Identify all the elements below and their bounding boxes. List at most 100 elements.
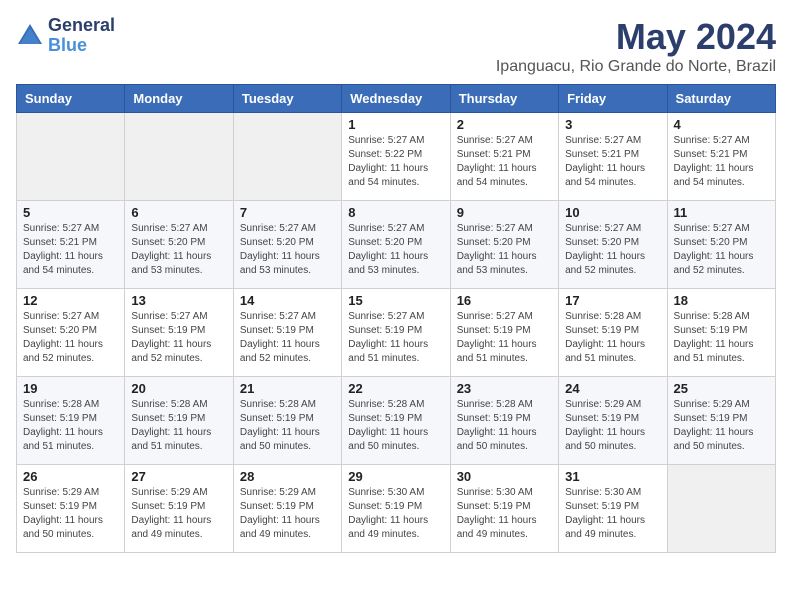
calendar-cell: 1Sunrise: 5:27 AMSunset: 5:22 PMDaylight…: [342, 113, 450, 201]
calendar-cell: 13 Sunrise: 5:27 AMSunset: 5:19 PMDayligh…: [125, 289, 233, 377]
calendar-cell: 9 Sunrise: 5:27 AMSunset: 5:20 PMDaylight…: [450, 201, 558, 289]
calendar-cell: 5 Sunrise: 5:27 AMSunset: 5:21 PMDaylight…: [17, 201, 125, 289]
logo-text: General Blue: [48, 16, 115, 56]
day-number: 29: [348, 469, 443, 484]
day-detail: Sunrise: 5:27 AMSunset: 5:20 PMDaylight:…: [674, 223, 754, 276]
day-number: 23: [457, 381, 552, 396]
day-number: 12: [23, 293, 118, 308]
calendar-cell: 24 Sunrise: 5:29 AMSunset: 5:19 PMDayligh…: [559, 377, 667, 465]
location-title: Ipanguacu, Rio Grande do Norte, Brazil: [496, 58, 776, 76]
calendar-cell: 2 Sunrise: 5:27 AMSunset: 5:21 PMDaylight…: [450, 113, 558, 201]
day-number: 27: [131, 469, 226, 484]
day-number: 11: [674, 205, 769, 220]
day-detail: Sunrise: 5:29 AMSunset: 5:19 PMDaylight:…: [565, 399, 645, 452]
day-number: 5: [23, 205, 118, 220]
day-detail: Sunrise: 5:27 AMSunset: 5:21 PMDaylight:…: [565, 135, 645, 188]
day-detail: Sunrise: 5:27 AMSunset: 5:20 PMDaylight:…: [457, 223, 537, 276]
day-number: 19: [23, 381, 118, 396]
calendar-cell: 11 Sunrise: 5:27 AMSunset: 5:20 PMDayligh…: [667, 201, 775, 289]
logo-icon: [16, 22, 44, 50]
calendar-cell: 30 Sunrise: 5:30 AMSunset: 5:19 PMDayligh…: [450, 465, 558, 553]
day-number: 24: [565, 381, 660, 396]
day-number: 15: [348, 293, 443, 308]
day-detail: Sunrise: 5:28 AMSunset: 5:19 PMDaylight:…: [240, 399, 320, 452]
day-number: 16: [457, 293, 552, 308]
calendar-cell: 8Sunrise: 5:27 AMSunset: 5:20 PMDaylight…: [342, 201, 450, 289]
day-number: 3: [565, 117, 660, 132]
day-number: 17: [565, 293, 660, 308]
day-number: 13: [131, 293, 226, 308]
month-title: May 2024: [496, 16, 776, 58]
day-detail: Sunrise: 5:28 AMSunset: 5:19 PMDaylight:…: [674, 311, 754, 364]
day-detail: Sunrise: 5:27 AMSunset: 5:22 PMDaylight:…: [348, 135, 428, 188]
calendar-cell: 16 Sunrise: 5:27 AMSunset: 5:19 PMDayligh…: [450, 289, 558, 377]
day-detail: Sunrise: 5:30 AMSunset: 5:19 PMDaylight:…: [348, 487, 428, 540]
calendar-cell: [233, 113, 341, 201]
day-header-saturday: Saturday: [667, 85, 775, 113]
calendar-cell: 18 Sunrise: 5:28 AMSunset: 5:19 PMDayligh…: [667, 289, 775, 377]
day-header-tuesday: Tuesday: [233, 85, 341, 113]
day-detail: Sunrise: 5:27 AMSunset: 5:19 PMDaylight:…: [240, 311, 320, 364]
calendar-cell: 27Sunrise: 5:29 AMSunset: 5:19 PMDayligh…: [125, 465, 233, 553]
calendar-week-1: 1Sunrise: 5:27 AMSunset: 5:22 PMDaylight…: [17, 113, 776, 201]
title-area: May 2024 Ipanguacu, Rio Grande do Norte,…: [496, 16, 776, 76]
day-detail: Sunrise: 5:27 AMSunset: 5:21 PMDaylight:…: [23, 223, 103, 276]
calendar-week-3: 12 Sunrise: 5:27 AMSunset: 5:20 PMDayligh…: [17, 289, 776, 377]
day-detail: Sunrise: 5:27 AMSunset: 5:21 PMDaylight:…: [457, 135, 537, 188]
day-detail: Sunrise: 5:27 AMSunset: 5:20 PMDaylight:…: [240, 223, 320, 276]
day-number: 2: [457, 117, 552, 132]
calendar-cell: 29 Sunrise: 5:30 AMSunset: 5:19 PMDayligh…: [342, 465, 450, 553]
day-detail: Sunrise: 5:30 AMSunset: 5:19 PMDaylight:…: [565, 487, 645, 540]
day-number: 14: [240, 293, 335, 308]
page-header: General Blue May 2024 Ipanguacu, Rio Gra…: [16, 16, 776, 76]
calendar-cell: 3 Sunrise: 5:27 AMSunset: 5:21 PMDaylight…: [559, 113, 667, 201]
calendar-header: SundayMondayTuesdayWednesdayThursdayFrid…: [17, 85, 776, 113]
day-detail: Sunrise: 5:29 AMSunset: 5:19 PMDaylight:…: [240, 487, 320, 540]
day-detail: Sunrise: 5:27 AMSunset: 5:19 PMDaylight:…: [348, 311, 428, 364]
day-number: 18: [674, 293, 769, 308]
day-detail: Sunrise: 5:27 AMSunset: 5:19 PMDaylight:…: [457, 311, 537, 364]
calendar-cell: [667, 465, 775, 553]
calendar-cell: 28 Sunrise: 5:29 AMSunset: 5:19 PMDayligh…: [233, 465, 341, 553]
calendar-cell: 25 Sunrise: 5:29 AMSunset: 5:19 PMDayligh…: [667, 377, 775, 465]
calendar-cell: [125, 113, 233, 201]
calendar-cell: 23 Sunrise: 5:28 AMSunset: 5:19 PMDayligh…: [450, 377, 558, 465]
day-number: 25: [674, 381, 769, 396]
calendar-cell: [17, 113, 125, 201]
day-number: 28: [240, 469, 335, 484]
calendar-cell: 15 Sunrise: 5:27 AMSunset: 5:19 PMDayligh…: [342, 289, 450, 377]
day-detail: Sunrise: 5:29 AMSunset: 5:19 PMDaylight:…: [674, 399, 754, 452]
day-number: 9: [457, 205, 552, 220]
calendar-cell: 20 Sunrise: 5:28 AMSunset: 5:19 PMDayligh…: [125, 377, 233, 465]
day-detail: Sunrise: 5:27 AMSunset: 5:20 PMDaylight:…: [23, 311, 103, 364]
day-header-wednesday: Wednesday: [342, 85, 450, 113]
day-number: 4: [674, 117, 769, 132]
days-of-week-row: SundayMondayTuesdayWednesdayThursdayFrid…: [17, 85, 776, 113]
day-detail: Sunrise: 5:30 AMSunset: 5:19 PMDaylight:…: [457, 487, 537, 540]
logo-blue-text: Blue: [48, 36, 115, 56]
calendar-cell: 6 Sunrise: 5:27 AMSunset: 5:20 PMDaylight…: [125, 201, 233, 289]
logo: General Blue: [16, 16, 115, 56]
day-number: 30: [457, 469, 552, 484]
day-detail: Sunrise: 5:28 AMSunset: 5:19 PMDaylight:…: [457, 399, 537, 452]
calendar-cell: 19 Sunrise: 5:28 AMSunset: 5:19 PMDayligh…: [17, 377, 125, 465]
day-number: 21: [240, 381, 335, 396]
day-header-thursday: Thursday: [450, 85, 558, 113]
day-detail: Sunrise: 5:28 AMSunset: 5:19 PMDaylight:…: [131, 399, 211, 452]
day-number: 6: [131, 205, 226, 220]
day-detail: Sunrise: 5:27 AMSunset: 5:21 PMDaylight:…: [674, 135, 754, 188]
calendar-cell: 10Sunrise: 5:27 AMSunset: 5:20 PMDayligh…: [559, 201, 667, 289]
day-detail: Sunrise: 5:27 AMSunset: 5:19 PMDaylight:…: [131, 311, 211, 364]
calendar-week-2: 5 Sunrise: 5:27 AMSunset: 5:21 PMDaylight…: [17, 201, 776, 289]
day-number: 8: [348, 205, 443, 220]
day-detail: Sunrise: 5:28 AMSunset: 5:19 PMDaylight:…: [565, 311, 645, 364]
calendar-body: 1Sunrise: 5:27 AMSunset: 5:22 PMDaylight…: [17, 113, 776, 553]
day-detail: Sunrise: 5:28 AMSunset: 5:19 PMDaylight:…: [23, 399, 103, 452]
day-detail: Sunrise: 5:27 AMSunset: 5:20 PMDaylight:…: [131, 223, 211, 276]
day-number: 26: [23, 469, 118, 484]
calendar-cell: 7Sunrise: 5:27 AMSunset: 5:20 PMDaylight…: [233, 201, 341, 289]
day-detail: Sunrise: 5:28 AMSunset: 5:19 PMDaylight:…: [348, 399, 428, 452]
calendar-cell: 21 Sunrise: 5:28 AMSunset: 5:19 PMDayligh…: [233, 377, 341, 465]
calendar-cell: 17 Sunrise: 5:28 AMSunset: 5:19 PMDayligh…: [559, 289, 667, 377]
day-number: 20: [131, 381, 226, 396]
